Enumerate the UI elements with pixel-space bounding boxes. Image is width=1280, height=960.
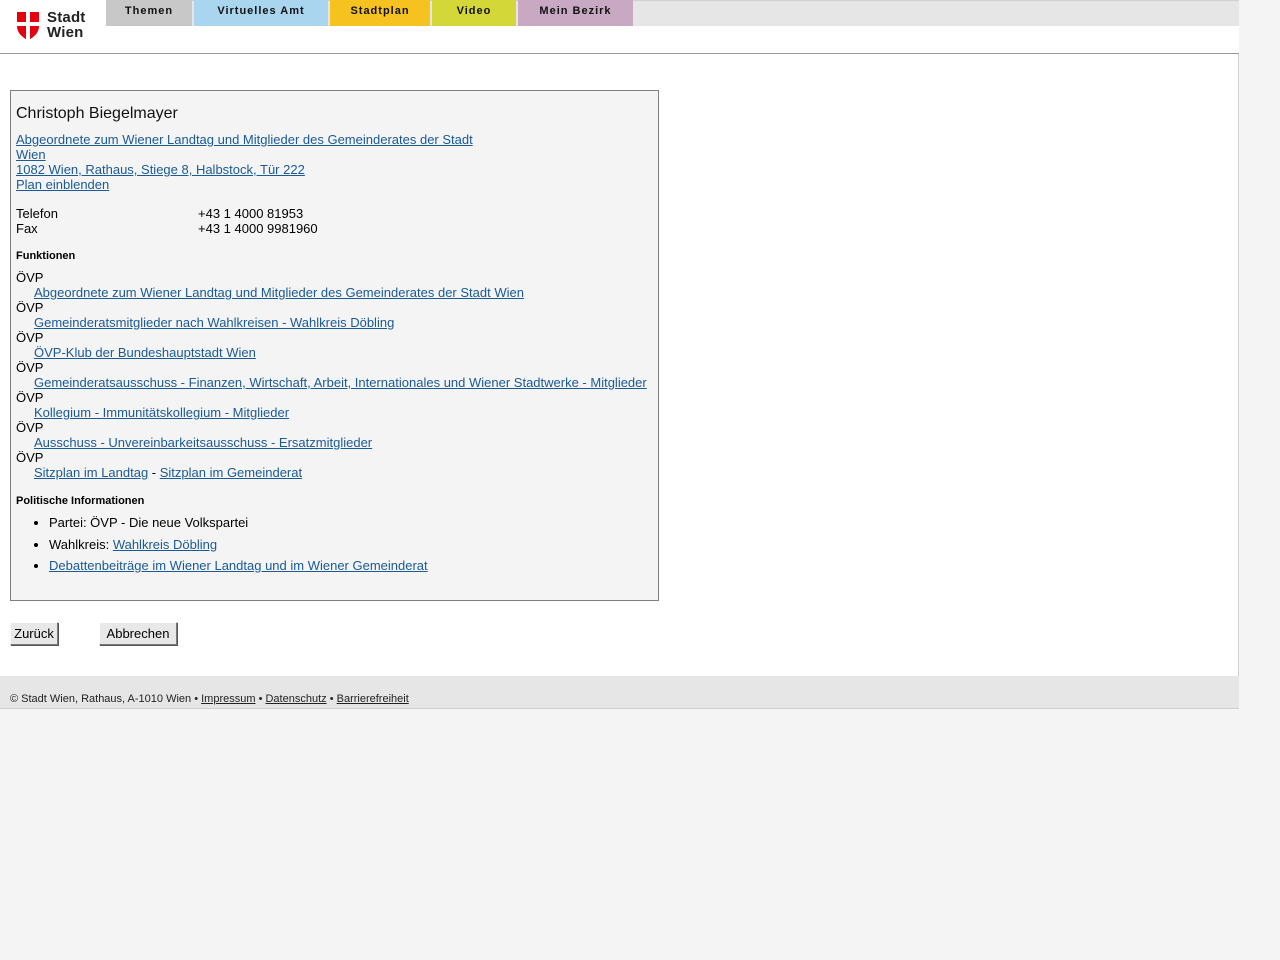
functions-heading: Funktionen — [16, 250, 76, 262]
district-link[interactable]: Wahlkreis Döbling — [113, 537, 217, 552]
person-name: Christoph Biegelmayer — [16, 105, 178, 122]
seating-plan-gemeinderat-link[interactable]: Sitzplan im Gemeinderat — [160, 465, 302, 480]
function-item: ÖVP Ausschuss - Unvereinbarkeitsausschus… — [16, 420, 656, 450]
page: Stadt Wien Themen Virtuelles Amt Stadtpl… — [0, 0, 1239, 709]
footer: © Stadt Wien, Rathaus, A-1010 Wien • Imp… — [0, 676, 1239, 709]
function-party: ÖVP — [16, 270, 44, 285]
role-link[interactable]: Abgeordnete zum Wiener Landtag und Mitgl… — [16, 132, 473, 162]
footer-separator: • — [326, 693, 337, 705]
political-info-heading: Politische Informationen — [16, 495, 145, 507]
function-link[interactable]: Gemeinderatsmitglieder nach Wahlkreisen … — [34, 315, 394, 330]
debates-item: Debattenbeiträge im Wiener Landtag und i… — [49, 555, 428, 577]
function-item: ÖVP Abgeordnete zum Wiener Landtag und M… — [16, 270, 656, 300]
party-item: Partei: ÖVP - Die neue Volkspartei — [49, 512, 428, 534]
footer-copyright: © Stadt Wien, Rathaus, A-1010 Wien • — [10, 693, 202, 705]
logo-line-2: Wien — [47, 24, 84, 41]
function-item: ÖVP Gemeinderatsmitglieder nach Wahlkrei… — [16, 300, 656, 330]
function-link[interactable]: ÖVP-Klub der Bundeshauptstadt Wien — [34, 345, 256, 360]
district-item: Wahlkreis: Wahlkreis Döbling — [49, 534, 428, 556]
tab-themen[interactable]: Themen — [106, 0, 192, 26]
party-text: Partei: ÖVP - Die neue Volkspartei — [49, 515, 249, 530]
accessibility-link[interactable]: Barrierefreiheit — [337, 693, 409, 705]
person-details-box: Christoph Biegelmayer Abgeordnete zum Wi… — [10, 90, 659, 601]
back-button[interactable]: Zurück — [10, 622, 58, 645]
privacy-link[interactable]: Datenschutz — [265, 693, 326, 705]
wien-shield-icon — [17, 12, 39, 40]
impressum-link[interactable]: Impressum — [201, 693, 255, 705]
function-link[interactable]: Abgeordnete zum Wiener Landtag und Mitgl… — [34, 285, 524, 300]
function-link[interactable]: Ausschuss - Unvereinbarkeitsausschuss - … — [34, 435, 372, 450]
function-party: ÖVP — [16, 360, 44, 375]
seating-separator: - — [148, 465, 160, 480]
function-party: ÖVP — [16, 420, 44, 435]
header: Stadt Wien Themen Virtuelles Amt Stadtpl… — [0, 0, 1239, 54]
functions-list: ÖVP Abgeordnete zum Wiener Landtag und M… — [16, 270, 656, 480]
function-party: ÖVP — [16, 450, 44, 465]
function-party: ÖVP — [16, 390, 44, 405]
stadt-wien-logo[interactable]: Stadt Wien — [16, 9, 92, 43]
tab-virtuelles-amt[interactable]: Virtuelles Amt — [194, 0, 328, 26]
footer-separator: • — [255, 693, 266, 705]
function-link[interactable]: Gemeinderatsausschuss - Finanzen, Wirtsc… — [34, 375, 647, 390]
function-link[interactable]: Kollegium - Immunitätskollegium - Mitgli… — [34, 405, 289, 420]
fax-label: Fax — [16, 221, 38, 236]
address-link[interactable]: 1082 Wien, Rathaus, Stiege 8, Halbstock,… — [16, 162, 305, 177]
function-item: ÖVP Kollegium - Immunitätskollegium - Mi… — [16, 390, 656, 420]
address-block: Abgeordnete zum Wiener Landtag und Mitgl… — [16, 132, 486, 192]
function-item: ÖVP Gemeinderatsausschuss - Finanzen, Wi… — [16, 360, 656, 390]
show-plan-link[interactable]: Plan einblenden — [16, 177, 109, 192]
footer-text: © Stadt Wien, Rathaus, A-1010 Wien • Imp… — [10, 693, 409, 705]
function-party: ÖVP — [16, 300, 44, 315]
function-party: ÖVP — [16, 330, 44, 345]
tab-mein-bezirk[interactable]: Mein Bezirk — [518, 0, 633, 26]
cancel-button[interactable]: Abbrechen — [99, 622, 177, 645]
logo-line-1: Stadt — [47, 9, 86, 26]
phone-label: Telefon — [16, 206, 58, 221]
function-item: ÖVP ÖVP-Klub der Bundeshauptstadt Wien — [16, 330, 656, 360]
political-info-list: Partei: ÖVP - Die neue Volkspartei Wahlk… — [16, 512, 428, 577]
debates-link[interactable]: Debattenbeiträge im Wiener Landtag und i… — [49, 558, 428, 573]
district-label: Wahlkreis: — [49, 536, 113, 552]
logo-text: Stadt Wien — [47, 10, 86, 40]
tab-video[interactable]: Video — [432, 0, 516, 26]
seating-item: ÖVP Sitzplan im Landtag - Sitzplan im Ge… — [16, 450, 656, 480]
phone-value: +43 1 4000 81953 — [198, 206, 304, 221]
seating-plan-landtag-link[interactable]: Sitzplan im Landtag — [34, 465, 148, 480]
tab-stadtplan[interactable]: Stadtplan — [330, 0, 430, 26]
fax-value: +43 1 4000 9981960 — [198, 221, 318, 236]
